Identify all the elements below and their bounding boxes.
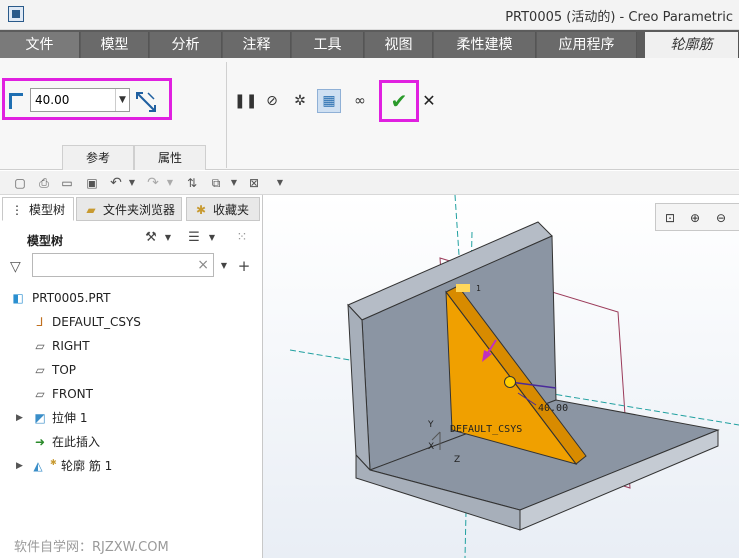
drag-handle[interactable] <box>504 376 516 388</box>
tree-item-label: PRT0005.PRT <box>32 291 111 305</box>
ribbon-separator <box>226 62 227 168</box>
pause-icon[interactable]: ❚❚ <box>234 92 257 110</box>
view-toolbar: ⊡ ⊕ ⊖ <box>655 203 739 231</box>
width-dimension-text[interactable]: 40.00 <box>538 403 568 414</box>
rib-width-icon <box>9 93 23 109</box>
tab-file[interactable]: 文件 <box>0 32 80 58</box>
settings-tools-icon[interactable]: ⚒ <box>143 229 159 247</box>
tree-item-label: 轮廓 筋 1 <box>61 459 113 473</box>
redo-icon[interactable]: ↷ <box>145 175 161 191</box>
axis-label-z: Z <box>454 455 460 465</box>
refit-icon[interactable]: ⊡ <box>661 209 679 227</box>
tree-item-label: TOP <box>52 363 77 377</box>
print-icon[interactable]: ⎙ <box>36 175 52 191</box>
folder-icon: ▰ <box>86 203 96 217</box>
title-bar: PRT0005 (活动的) - Creo Parametric <box>0 0 739 30</box>
model-tree-icon: ⋮ <box>11 203 23 217</box>
tree-filter-icon[interactable]: ⁙ <box>234 229 250 247</box>
plane-icon: ▱ <box>35 339 45 353</box>
tree-search-input[interactable] <box>33 254 193 276</box>
cancel-button[interactable]: ✕ <box>421 92 437 110</box>
tab-model[interactable]: 模型 <box>81 32 149 58</box>
part-icon: ◧ <box>12 291 24 305</box>
tab-model-tree[interactable]: ⋮ 模型树 <box>2 197 74 221</box>
plane-icon: ▱ <box>35 387 45 401</box>
tab-annotate[interactable]: 注释 <box>223 32 291 58</box>
chevron-down-icon[interactable]: ▼ <box>160 229 176 247</box>
axis-label-x: X <box>428 442 434 452</box>
tab-favorites[interactable]: ✱ 收藏夹 <box>186 197 260 221</box>
tree-item-label: FRONT <box>52 387 93 401</box>
tab-profile-rib[interactable]: 轮廓筋 <box>645 32 739 58</box>
zoom-out-icon[interactable]: ⊖ <box>712 209 730 227</box>
favorites-icon: ✱ <box>195 203 207 217</box>
tab-analysis[interactable]: 分析 <box>150 32 222 58</box>
tree-item-label: 在此插入 <box>52 435 101 449</box>
add-filter-icon[interactable]: + <box>236 257 252 275</box>
expand-arrow-icon[interactable]: ▶ <box>16 455 23 477</box>
extrude-icon: ◩ <box>34 411 46 425</box>
graphics-window[interactable]: 40.00 1 DEFAULT_CSYS Y X Z <box>263 195 739 558</box>
open-folder-icon[interactable]: ▭ <box>59 175 75 191</box>
flip-direction-icon[interactable] <box>134 89 158 113</box>
csys-icon: ⅃ <box>36 315 44 329</box>
chevron-down-icon[interactable]: ▼ <box>216 257 232 275</box>
rib-width-input[interactable] <box>31 89 115 111</box>
chevron-down-icon[interactable]: ▼ <box>226 175 242 191</box>
quick-access-toolbar: ▢ ⎙ ▭ ▣ ↶ ▼ ↷ ▼ ⇅ ⧉ ▼ ⊠ ▼ <box>0 171 739 195</box>
new-file-icon[interactable]: ▢ <box>12 175 28 191</box>
no-preview-icon[interactable]: ⊘ <box>263 92 281 110</box>
undo-icon[interactable]: ↶ <box>108 175 124 191</box>
watermark: 软件自学网：RJZXW.COM <box>14 540 169 555</box>
verify-mode-icon[interactable]: ∞ <box>349 92 371 110</box>
chevron-down-icon[interactable]: ▼ <box>162 175 178 191</box>
tab-favorites-label: 收藏夹 <box>213 203 250 217</box>
insert-arrow-icon: ➜ <box>34 435 46 449</box>
tab-properties[interactable]: 属性 <box>134 145 206 170</box>
ok-check-button[interactable]: ✔ <box>386 88 412 114</box>
csys-label: DEFAULT_CSYS <box>450 424 522 435</box>
navigator-panel: ⋮ 模型树 ▰ 文件夹浏览器 ✱ 收藏夹 模型树 ⚒ ▼ ☰ ▼ ⁙ ▽ × ▼… <box>0 195 263 558</box>
asterisk-icon: ✱ <box>50 458 57 467</box>
tree-search-field[interactable]: × <box>32 253 214 277</box>
filter-icon: ▽ <box>10 259 21 275</box>
tab-folder-browser-label: 文件夹浏览器 <box>103 203 176 217</box>
tab-applications[interactable]: 应用程序 <box>537 32 637 58</box>
tab-tools[interactable]: 工具 <box>292 32 364 58</box>
close-window-icon[interactable]: ⊠ <box>246 175 262 191</box>
model-scene[interactable]: 40.00 1 DEFAULT_CSYS Y X Z <box>263 195 739 558</box>
attached-preview-icon[interactable]: ▦ <box>317 89 341 113</box>
rib-icon: ◭ <box>33 459 43 473</box>
tab-references[interactable]: 参考 <box>62 145 134 170</box>
expand-arrow-icon[interactable]: ▶ <box>16 407 23 429</box>
tab-flexible-modeling[interactable]: 柔性建模 <box>434 32 536 58</box>
ribbon-tab-bar: 文件 模型 分析 注释 工具 视图 柔性建模 应用程序 轮廓筋 <box>0 30 739 58</box>
clear-icon[interactable]: × <box>197 257 209 273</box>
show-list-icon[interactable]: ☰ <box>186 229 202 247</box>
rib-width-field[interactable]: ▼ <box>30 88 130 112</box>
separate-preview-icon[interactable]: ✲ <box>291 92 309 110</box>
plane-icon: ▱ <box>35 363 45 377</box>
save-icon[interactable]: ▣ <box>84 175 100 191</box>
chevron-down-icon[interactable]: ▼ <box>124 175 140 191</box>
chevron-down-icon[interactable]: ▼ <box>204 229 220 247</box>
tree-item-label: RIGHT <box>52 339 90 353</box>
regenerate-icon[interactable]: ⇅ <box>184 175 200 191</box>
tab-folder-browser[interactable]: ▰ 文件夹浏览器 <box>76 197 182 221</box>
chevron-down-icon[interactable]: ▼ <box>115 89 129 111</box>
windows-icon[interactable]: ⧉ <box>208 175 224 191</box>
tab-model-tree-label: 模型树 <box>29 203 66 217</box>
axis-label-y: Y <box>427 420 434 430</box>
app-icon[interactable] <box>8 6 24 22</box>
rib-tag-text: 1 <box>476 284 481 293</box>
zoom-in-icon[interactable]: ⊕ <box>686 209 704 227</box>
tree-item-label: 拉伸 1 <box>52 411 88 425</box>
rib-tag-background <box>456 284 470 292</box>
window-title: PRT0005 (活动的) - Creo Parametric <box>505 10 733 25</box>
tab-view[interactable]: 视图 <box>365 32 433 58</box>
model-tree-title: 模型树 <box>27 234 64 248</box>
customize-toolbar-icon[interactable]: ▼ <box>272 175 288 191</box>
tree-item-label: DEFAULT_CSYS <box>52 315 141 329</box>
